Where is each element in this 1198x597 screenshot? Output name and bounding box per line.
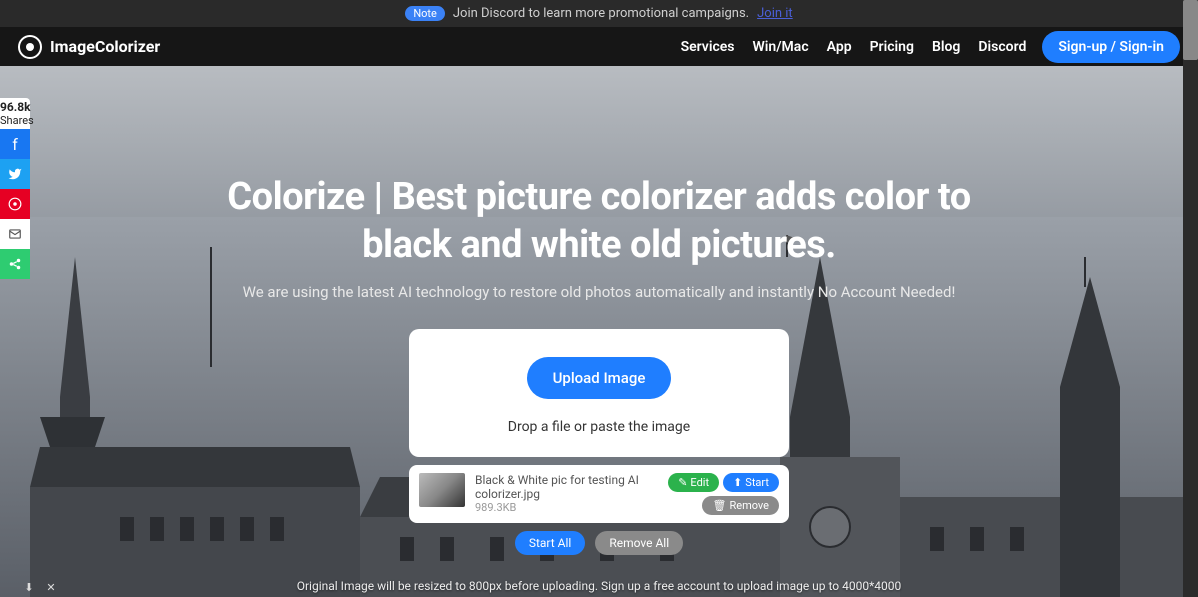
download-icon[interactable]: ⬇ — [22, 580, 36, 594]
email-icon[interactable] — [0, 219, 30, 249]
nav-discord[interactable]: Discord — [978, 39, 1026, 55]
hero-content: Colorize | Best picture colorizer adds c… — [0, 66, 1198, 593]
file-info: Black & White pic for testing AI coloriz… — [475, 473, 639, 514]
twitter-icon[interactable] — [0, 159, 30, 189]
file-name: Black & White pic for testing AI coloriz… — [475, 473, 639, 501]
nav-links: Services Win/Mac App Pricing Blog Discor… — [681, 39, 1027, 55]
batch-buttons: Start All Remove All — [0, 531, 1198, 555]
upload-button[interactable]: Upload Image — [527, 357, 672, 399]
pinterest-icon[interactable] — [0, 189, 30, 219]
signin-button[interactable]: Sign-up / Sign-in — [1042, 31, 1180, 63]
remove-all-button[interactable]: Remove All — [595, 531, 683, 555]
scroll-thumb[interactable] — [1183, 0, 1198, 60]
announcement-bar: Note Join Discord to learn more promotio… — [0, 0, 1198, 27]
sharethis-icon[interactable] — [0, 249, 30, 279]
start-button[interactable]: ⬆Start — [723, 473, 779, 492]
edit-button[interactable]: ✎Edit — [668, 473, 719, 492]
subtitle: We are using the latest AI technology to… — [0, 283, 1198, 301]
remove-button[interactable]: 🗑Remove — [702, 496, 779, 515]
nav-pricing[interactable]: Pricing — [870, 39, 914, 55]
edit-icon: ✎ — [678, 476, 687, 489]
brand-icon — [18, 35, 42, 59]
hero: Colorize | Best picture colorizer adds c… — [0, 66, 1198, 597]
nav-services[interactable]: Services — [681, 39, 735, 55]
upload-card[interactable]: Upload Image Drop a file or paste the im… — [409, 329, 789, 457]
share-rail: 96.8k Shares f — [0, 98, 30, 279]
close-icon[interactable]: ✕ — [44, 580, 58, 594]
navbar: ImageColorizer Services Win/Mac App Pric… — [0, 27, 1198, 66]
nav-app[interactable]: App — [827, 39, 852, 55]
title-line-1: Colorize | Best picture colorizer adds c… — [0, 174, 1198, 222]
upload-icon: ⬆ — [733, 476, 742, 489]
nav-blog[interactable]: Blog — [932, 39, 960, 55]
drop-hint: Drop a file or paste the image — [429, 419, 769, 435]
page-title: Colorize | Best picture colorizer adds c… — [0, 174, 1198, 269]
footnote: Original Image will be resized to 800px … — [0, 579, 1198, 593]
start-all-button[interactable]: Start All — [515, 531, 586, 555]
nav-winmac[interactable]: Win/Mac — [752, 39, 808, 55]
bottom-controls: ⬇ ✕ — [22, 580, 58, 594]
join-link[interactable]: Join it — [757, 6, 793, 21]
file-size: 989.3KB — [475, 501, 639, 514]
file-card: Black & White pic for testing AI coloriz… — [409, 465, 789, 523]
brand-text: ImageColorizer — [50, 37, 160, 56]
announce-text: Join Discord to learn more promotional c… — [453, 6, 749, 21]
note-badge: Note — [405, 6, 445, 21]
title-line-2: black and white old pictures. — [0, 222, 1198, 270]
file-thumbnail — [419, 473, 465, 507]
trash-icon: 🗑 — [712, 499, 726, 512]
share-count: 96.8k Shares — [0, 98, 30, 129]
brand[interactable]: ImageColorizer — [18, 35, 160, 59]
facebook-icon[interactable]: f — [0, 129, 30, 159]
